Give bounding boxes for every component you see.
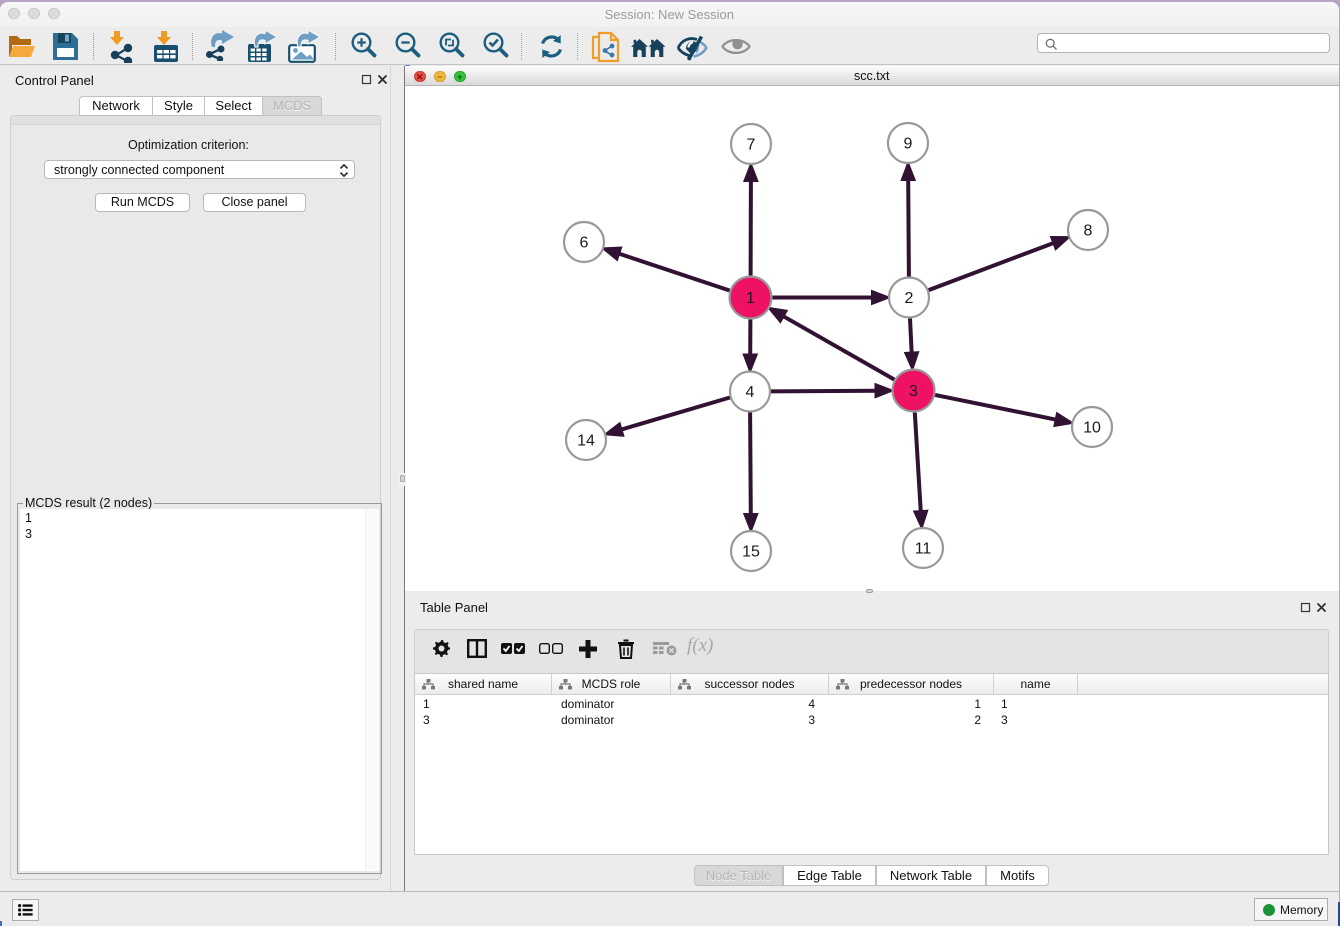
svg-text:14: 14 [577,433,595,450]
svg-text:4: 4 [746,384,755,401]
svg-text:9: 9 [904,136,913,153]
svg-text:10: 10 [1083,420,1101,437]
svg-text:11: 11 [915,541,932,558]
svg-text:15: 15 [742,544,760,561]
svg-text:7: 7 [747,137,756,154]
svg-text:3: 3 [909,383,918,400]
svg-text:6: 6 [580,235,589,252]
svg-text:2: 2 [905,290,914,307]
svg-text:1: 1 [746,290,755,307]
svg-text:8: 8 [1084,223,1093,240]
